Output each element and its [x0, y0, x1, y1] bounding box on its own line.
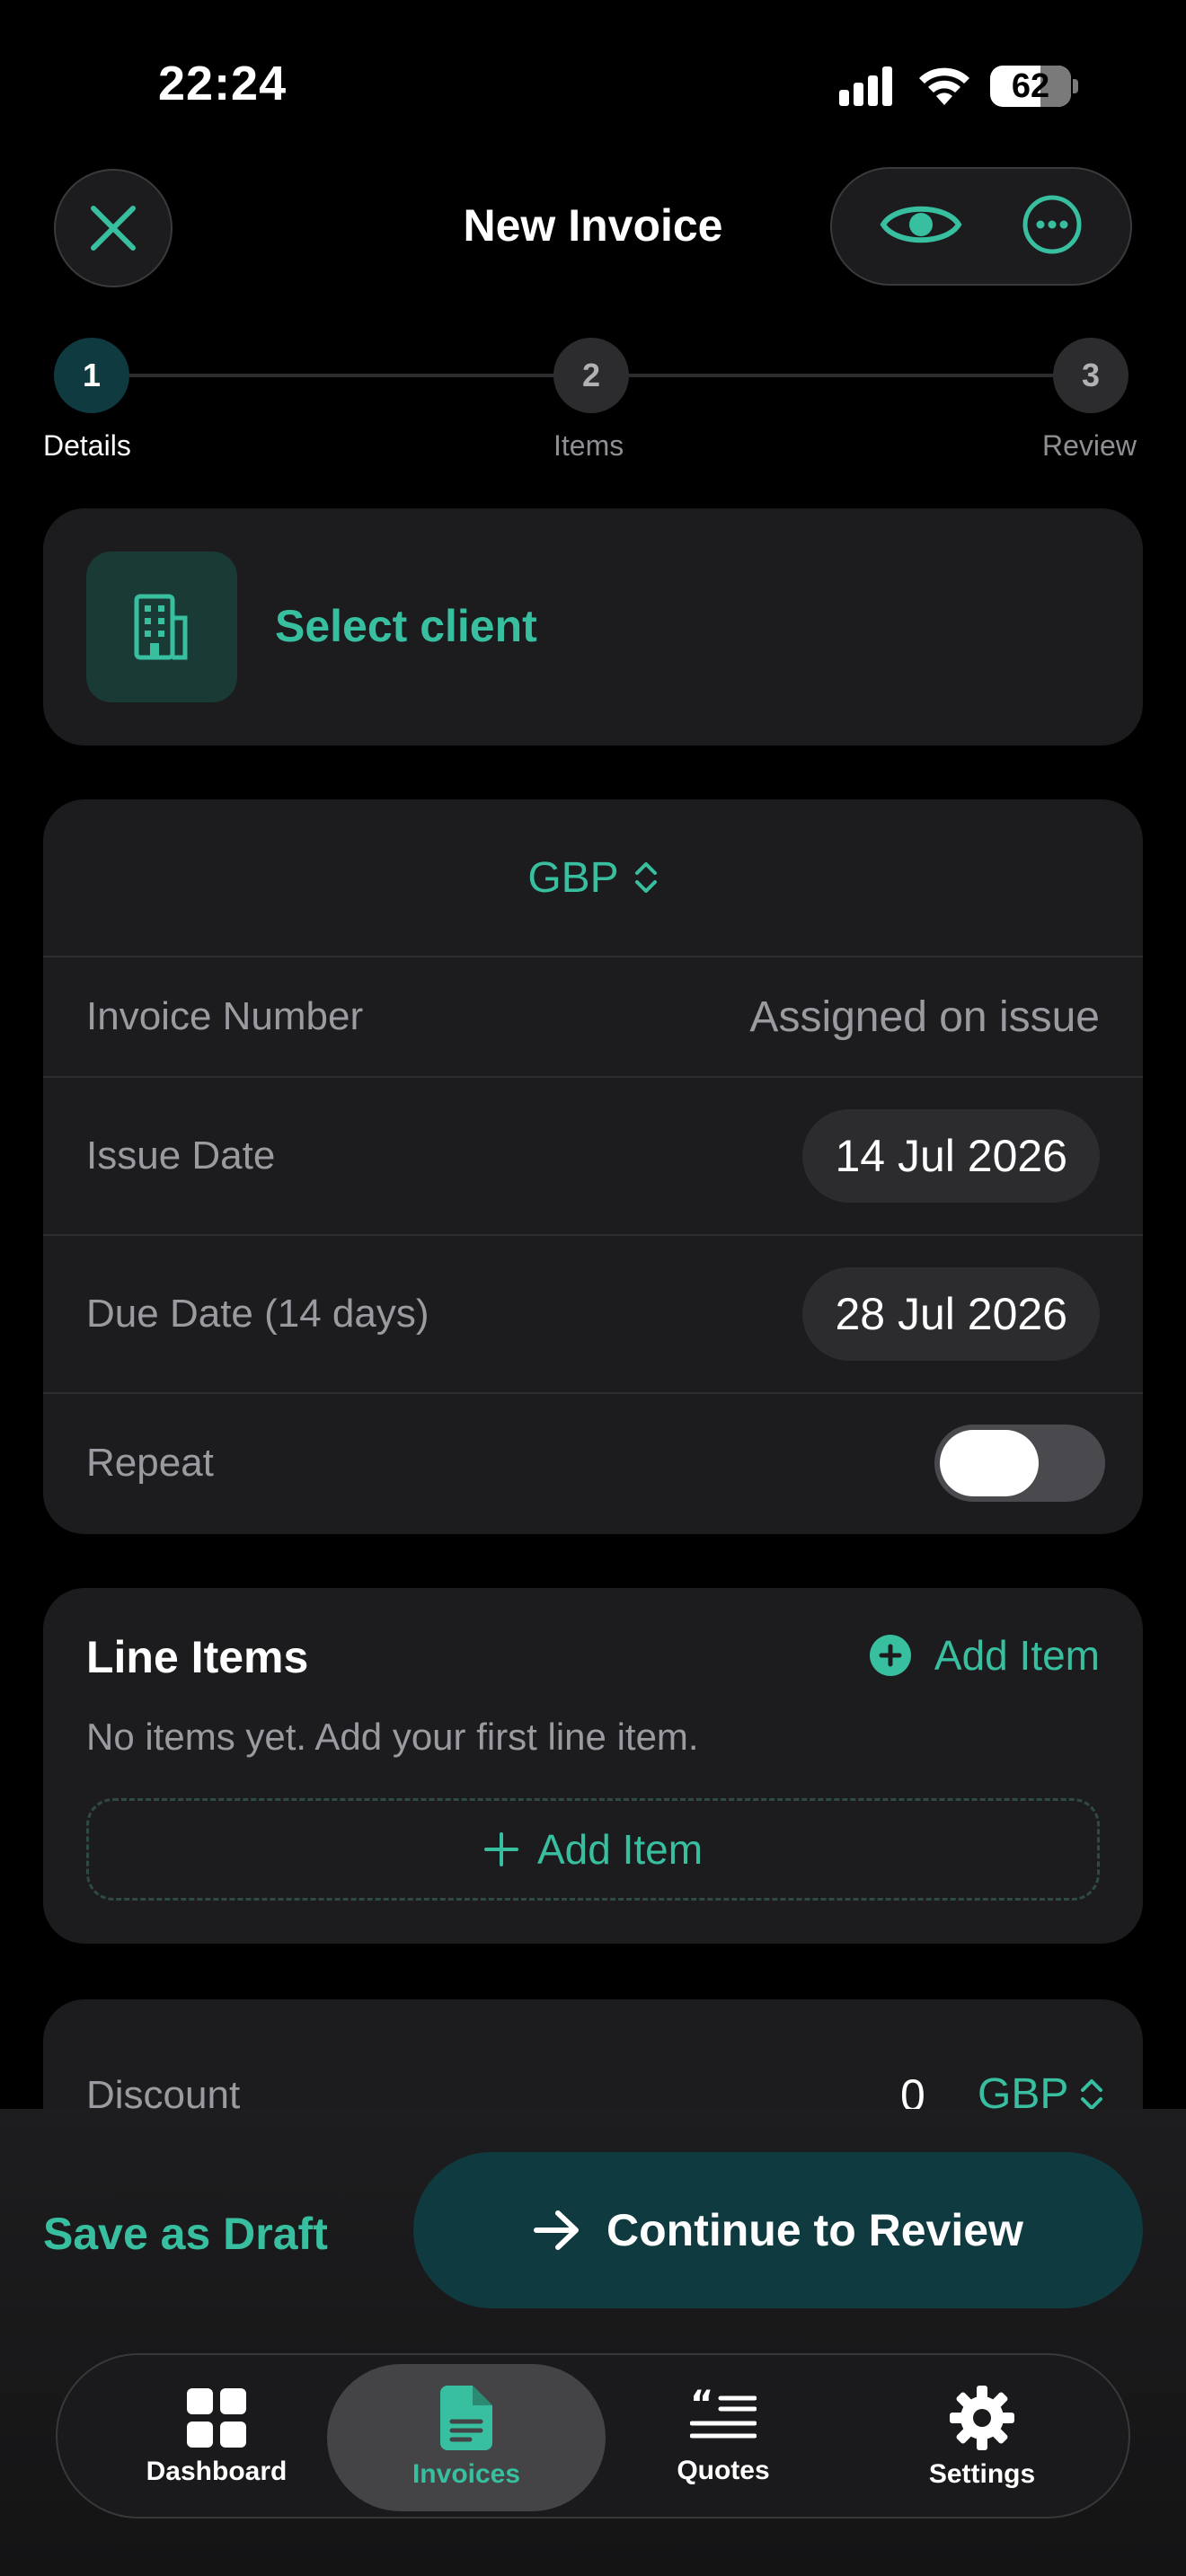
preview-button[interactable]	[880, 197, 962, 257]
add-item-link-label: Add Item	[934, 1632, 1100, 1679]
more-options-button[interactable]	[1022, 194, 1083, 260]
invoice-number-row: Invoice Number Assigned on issue	[43, 957, 1143, 1078]
line-items-card: Line Items Add Item No items yet. Add yo…	[43, 1588, 1143, 1944]
grid-icon	[187, 2388, 246, 2448]
step-label-items: Items	[553, 429, 624, 462]
building-icon	[134, 594, 188, 660]
due-date-picker[interactable]: 28 Jul 2026	[802, 1267, 1100, 1361]
document-icon	[440, 2386, 492, 2450]
continue-button[interactable]: Continue to Review	[413, 2152, 1143, 2308]
issue-date-row: Issue Date 14 Jul 2026	[43, 1078, 1143, 1236]
plus-circle-icon	[869, 1635, 911, 1676]
currency-value: GBP	[527, 853, 619, 902]
repeat-row: Repeat	[43, 1394, 1143, 1532]
wifi-icon	[919, 67, 969, 105]
currency-selector[interactable]: GBP	[43, 799, 1143, 957]
battery-icon: 62	[990, 66, 1071, 107]
tab-invoices[interactable]: Invoices	[327, 2364, 606, 2511]
repeat-toggle[interactable]	[934, 1425, 1105, 1502]
tab-label: Invoices	[412, 2459, 521, 2489]
tab-bar: Dashboard Invoices “ Quotes Settings	[56, 2353, 1130, 2519]
cellular-signal-icon	[839, 66, 892, 106]
stepper-line	[129, 374, 555, 377]
select-client-card[interactable]: Select client	[43, 508, 1143, 745]
eye-icon	[880, 206, 962, 243]
client-icon-tile	[86, 551, 237, 702]
tab-label: Settings	[928, 2459, 1036, 2489]
tab-label: Dashboard	[146, 2457, 288, 2486]
issue-date-picker[interactable]: 14 Jul 2026	[802, 1109, 1100, 1203]
plus-icon	[483, 1832, 518, 1866]
step-1[interactable]: 1	[54, 338, 129, 413]
tab-quotes[interactable]: “ Quotes	[584, 2364, 863, 2511]
empty-state-text: No items yet. Add your first line item.	[86, 1716, 699, 1758]
chevron-up-down-icon	[1081, 2078, 1103, 2110]
header-actions	[830, 167, 1132, 286]
tab-dashboard[interactable]: Dashboard	[77, 2364, 356, 2511]
step-label-details: Details	[43, 429, 131, 462]
ellipsis-circle-icon	[1022, 195, 1082, 253]
gear-icon	[950, 2386, 1014, 2450]
issue-date-label: Issue Date	[86, 1134, 276, 1178]
svg-text:“: “	[690, 2389, 713, 2425]
status-time: 22:24	[158, 57, 288, 110]
quote-icon: “	[690, 2389, 757, 2439]
step-2[interactable]: 2	[553, 338, 629, 413]
tab-label: Quotes	[677, 2456, 770, 2485]
add-item-button[interactable]: Add Item	[86, 1798, 1100, 1901]
battery-level: 62	[1011, 66, 1050, 105]
invoice-number-label: Invoice Number	[86, 994, 364, 1038]
step-label-review: Review	[1042, 429, 1137, 462]
save-draft-button[interactable]: Save as Draft	[43, 2208, 328, 2260]
stepper-line	[629, 374, 1055, 377]
line-items-title: Line Items	[86, 1632, 309, 1682]
chevron-up-down-icon	[634, 862, 657, 893]
tab-settings[interactable]: Settings	[843, 2364, 1121, 2511]
invoice-details-card: GBP Invoice Number Assigned on issue Iss…	[43, 799, 1143, 1534]
repeat-label: Repeat	[86, 1441, 214, 1485]
due-date-row: Due Date (14 days) 28 Jul 2026	[43, 1236, 1143, 1394]
add-item-button-label: Add Item	[536, 1826, 704, 1873]
due-date-label: Due Date (14 days)	[86, 1292, 429, 1336]
arrow-right-icon	[534, 2210, 580, 2250]
status-indicators: 62	[839, 63, 1078, 110]
invoice-number-value: Assigned on issue	[749, 992, 1100, 1041]
select-client-label: Select client	[275, 601, 537, 651]
step-3[interactable]: 3	[1053, 338, 1128, 413]
add-item-link[interactable]: Add Item	[869, 1631, 1100, 1680]
continue-label: Continue to Review	[606, 2205, 1023, 2255]
